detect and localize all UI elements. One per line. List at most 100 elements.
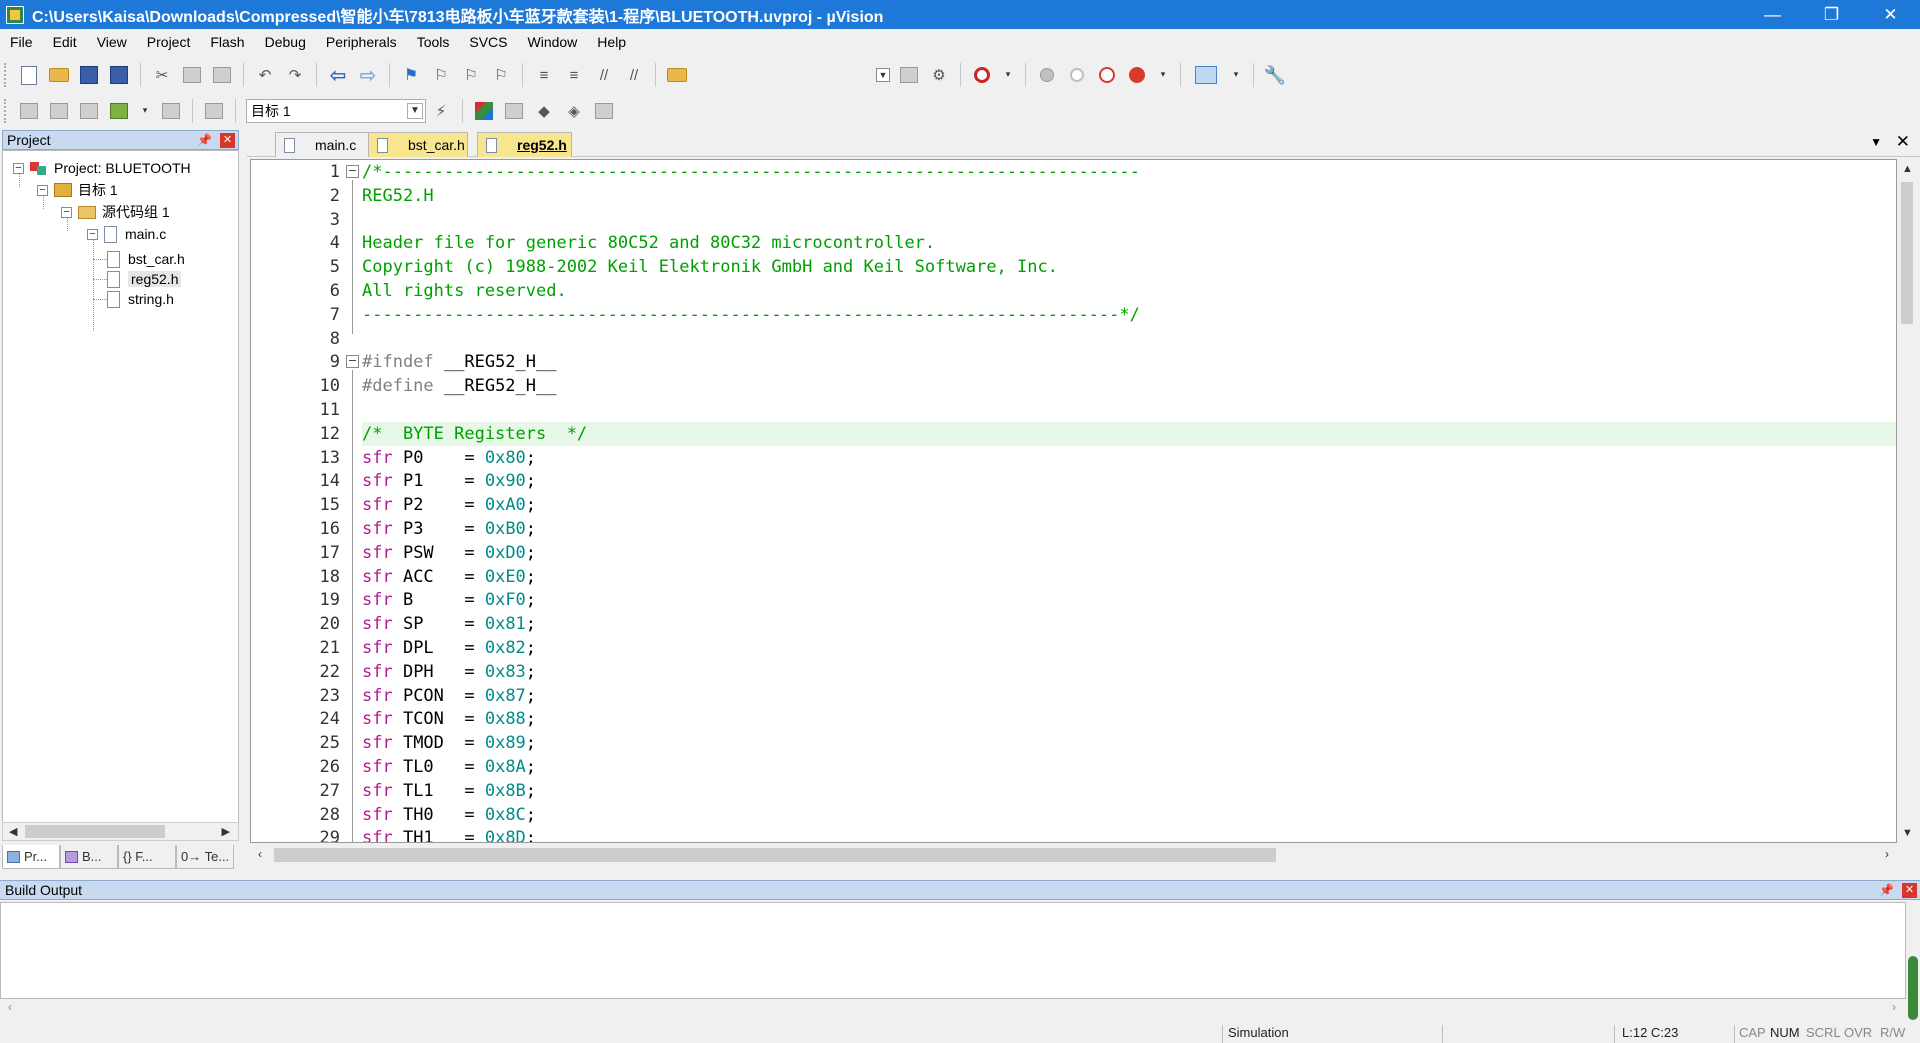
menu-file[interactable]: File [0, 29, 43, 55]
code-line[interactable]: 29 sfr TH1 = 0x8D; [251, 826, 1896, 842]
tree-item-group[interactable]: − 源代码组 1 [61, 201, 170, 223]
tab-bst-car-h[interactable]: bst_car.h [368, 132, 468, 157]
build-output-close-icon[interactable]: ✕ [1902, 882, 1917, 898]
menu-project[interactable]: Project [137, 29, 201, 55]
tree-item-main-c[interactable]: − main.c [87, 223, 166, 245]
find-in-files-button[interactable] [666, 64, 688, 86]
menu-window[interactable]: Window [518, 29, 588, 55]
code-line[interactable]: 18 sfr ACC = 0xE0; [251, 565, 1896, 589]
batch-build-dropdown-arrow[interactable]: ▾ [138, 104, 152, 118]
scrollbar-thumb[interactable] [25, 825, 165, 838]
fold-collapse-icon[interactable]: − [346, 165, 359, 178]
tree-item-reg52-h[interactable]: reg52.h [107, 268, 182, 290]
menu-edit[interactable]: Edit [43, 29, 87, 55]
uncomment-button[interactable]: // [623, 64, 645, 86]
editor-horizontal-scrollbar[interactable]: ‹ › [250, 845, 1897, 865]
tab-reg52-h[interactable]: reg52.h [477, 132, 572, 157]
manage-project-items-button[interactable] [473, 100, 495, 122]
toolbar-grip[interactable] [4, 63, 8, 87]
select-packs-button[interactable] [503, 100, 525, 122]
collapse-icon[interactable]: − [13, 162, 24, 174]
code-line[interactable]: 12 /* BYTE Registers */ [251, 421, 1896, 446]
code-line[interactable]: 19 sfr B = 0xF0; [251, 588, 1896, 612]
code-line[interactable]: 4 Header file for generic 80C52 and 80C32… [251, 231, 1896, 255]
code-line[interactable]: 21 sfr DPL = 0x82; [251, 636, 1896, 660]
menu-debug[interactable]: Debug [255, 29, 316, 55]
tab-functions[interactable]: {} F... [118, 845, 176, 869]
translate-button[interactable] [18, 100, 40, 122]
code-line[interactable]: 1−/*------------------------------------… [251, 160, 1896, 184]
clear-bookmarks-button[interactable]: ⚐ [490, 64, 512, 86]
code-line[interactable]: 11 [251, 398, 1896, 422]
batch-build-button[interactable] [108, 100, 130, 122]
tab-list-dropdown-icon[interactable]: ▼ [1870, 135, 1882, 149]
code-line[interactable]: 13 sfr P0 = 0x80; [251, 446, 1896, 470]
paste-button[interactable] [211, 64, 233, 86]
find-dropdown-arrow[interactable]: ▼ [876, 68, 890, 82]
code-line[interactable]: 8 [251, 327, 1896, 351]
tree-item-string-h[interactable]: string.h [107, 288, 174, 310]
stop-build-button[interactable] [160, 100, 182, 122]
code-line[interactable]: 27 sfr TL1 = 0x8B; [251, 779, 1896, 803]
bookmark-button[interactable]: ⚑ [400, 64, 422, 86]
code-line[interactable]: 16 sfr P3 = 0xB0; [251, 517, 1896, 541]
next-bookmark-button[interactable]: ⚐ [460, 64, 482, 86]
insert-breakpoint-button[interactable] [1036, 64, 1058, 86]
tab-templates[interactable]: 0→ Te... [176, 845, 234, 869]
open-file-button[interactable] [48, 64, 70, 86]
target-select[interactable]: 目标 1 ▼ [246, 99, 426, 123]
software-packs-button[interactable] [593, 100, 615, 122]
debug-session-button[interactable] [971, 64, 993, 86]
code-editor[interactable]: 1−/*------------------------------------… [250, 159, 1897, 843]
code-line[interactable]: 22 sfr DPH = 0x83; [251, 660, 1896, 684]
scroll-right-icon[interactable]: › [1892, 1000, 1896, 1014]
scroll-right-icon[interactable]: › [1885, 847, 1889, 861]
scrollbar-thumb[interactable] [1901, 182, 1913, 324]
scroll-left-icon[interactable]: ‹ [8, 1000, 12, 1014]
close-tab-icon[interactable]: ✕ [1896, 132, 1910, 152]
navigate-back-button[interactable]: ⇦ [327, 64, 349, 87]
redo-button[interactable]: ↷ [284, 64, 306, 86]
debug-dropdown-arrow[interactable]: ▾ [1001, 68, 1015, 82]
code-line[interactable]: 17 sfr PSW = 0xD0; [251, 541, 1896, 565]
indent-button[interactable]: ≡ [533, 64, 555, 86]
scrollbar-thumb[interactable] [1908, 956, 1918, 1020]
menu-flash[interactable]: Flash [200, 29, 254, 55]
project-horizontal-scrollbar[interactable]: ◀ ▶ [2, 822, 239, 841]
restore-button[interactable]: ❐ [1802, 0, 1861, 29]
code-line[interactable]: 23 sfr PCON = 0x87; [251, 684, 1896, 708]
scroll-left-icon[interactable]: ‹ [258, 847, 262, 861]
minimize-button[interactable]: — [1743, 0, 1802, 29]
save-button[interactable] [78, 64, 100, 86]
scroll-down-icon[interactable]: ▼ [1902, 827, 1913, 839]
fold-collapse-icon[interactable]: − [346, 355, 359, 369]
save-all-button[interactable] [108, 64, 130, 86]
disable-all-breakpoints-button[interactable] [1096, 64, 1118, 86]
copy-button[interactable] [181, 64, 203, 86]
code-line[interactable]: 26 sfr TL0 = 0x8A; [251, 755, 1896, 779]
prev-bookmark-button[interactable]: ⚐ [430, 64, 452, 86]
new-file-button[interactable] [18, 64, 40, 86]
enable-breakpoint-button[interactable] [1066, 64, 1088, 86]
tree-item-target[interactable]: − 目标 1 [37, 179, 118, 201]
tree-item-project[interactable]: − Project: BLUETOOTH [13, 157, 191, 179]
pin-icon[interactable]: 📌 [197, 133, 212, 147]
tab-project[interactable]: Pr... [2, 845, 60, 869]
code-line[interactable]: 2 REG52.H [251, 184, 1896, 208]
cut-button[interactable]: ✂ [151, 64, 173, 86]
code-line[interactable]: 7 ---------------------------------------… [251, 303, 1896, 327]
menu-view[interactable]: View [87, 29, 137, 55]
kill-all-breakpoints-button[interactable] [1126, 64, 1148, 86]
code-line[interactable]: 14 sfr P1 = 0x90; [251, 469, 1896, 493]
pin-icon[interactable]: 📌 [1879, 883, 1894, 897]
navigate-forward-button[interactable]: ⇨ [357, 64, 379, 87]
code-line[interactable]: 5 Copyright (c) 1988-2002 Keil Elektronik… [251, 255, 1896, 279]
target-options-button[interactable]: ⚡ [430, 100, 452, 122]
code-line[interactable]: 28 sfr TH0 = 0x8C; [251, 803, 1896, 827]
code-line[interactable]: 9− #ifndef __REG52_H__ [251, 350, 1896, 374]
tab-books[interactable]: B... [60, 845, 118, 869]
code-line[interactable]: 6 All rights reserved. [251, 279, 1896, 303]
close-button[interactable]: ✕ [1861, 0, 1920, 29]
toolbar-grip[interactable] [4, 99, 8, 123]
window-layout-dropdown-arrow[interactable]: ▾ [1229, 68, 1243, 82]
